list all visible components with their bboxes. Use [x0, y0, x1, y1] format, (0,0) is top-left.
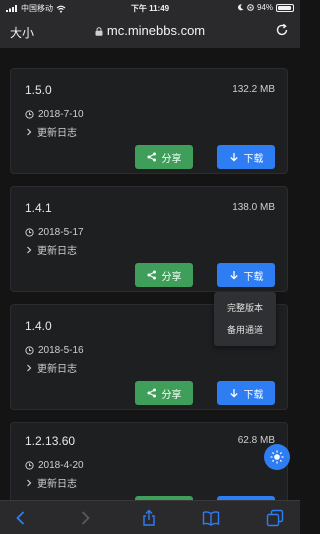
download-label: 下载 [243, 153, 264, 165]
address-bar: 大小 mc.minebbs.com [0, 16, 300, 48]
url-field[interactable]: mc.minebbs.com [0, 23, 300, 38]
release-date: 2018-4-20 [38, 460, 84, 471]
moon-icon [237, 4, 244, 11]
clock-icon [25, 461, 34, 470]
tabs-icon[interactable] [266, 509, 284, 527]
download-options-menu: 完整版本 备用通道 [214, 292, 276, 346]
changelog-toggle[interactable]: 更新日志 [25, 124, 77, 139]
release-date-row: 2018-7-10 [25, 109, 84, 120]
release-size: 132.2 MB [232, 84, 275, 95]
changelog-label: 更新日志 [37, 128, 77, 139]
menu-item-backup-channel[interactable]: 备用通道 [214, 323, 276, 336]
chevron-right-icon [27, 246, 32, 253]
release-card: 1.5.0 132.2 MB 2018-7-10 更新日志 分享 下载 [10, 68, 288, 174]
bookmarks-icon[interactable] [202, 509, 220, 527]
changelog-label: 更新日志 [37, 479, 77, 490]
lock-icon [95, 27, 103, 36]
theme-toggle-button[interactable] [264, 444, 290, 470]
download-button[interactable]: 下载 [217, 263, 275, 287]
battery-percent: 94% [256, 3, 273, 12]
share-label: 分享 [161, 389, 182, 401]
sun-icon [270, 450, 284, 464]
url-text: mc.minebbs.com [106, 23, 206, 38]
download-label: 下载 [243, 271, 264, 283]
browser-toolbar [0, 500, 300, 534]
release-date: 2018-5-16 [38, 345, 84, 356]
chevron-right-icon [27, 479, 32, 486]
release-version: 1.5.0 [25, 83, 52, 97]
release-card: 1.2.13.60 62.8 MB 2018-4-20 更新日志 [10, 422, 288, 500]
battery-icon [276, 3, 294, 12]
changelog-label: 更新日志 [37, 364, 77, 375]
share-icon [147, 152, 156, 162]
clock-icon [25, 228, 34, 237]
back-icon[interactable] [12, 509, 30, 527]
release-date-row: 2018-5-17 [25, 227, 84, 238]
share-icon [147, 270, 156, 280]
clock-icon [25, 110, 34, 119]
download-button[interactable]: 下载 [217, 145, 275, 169]
release-date-row: 2018-4-20 [25, 460, 84, 471]
share-button[interactable]: 分享 [135, 381, 193, 405]
release-size: 62.8 MB [237, 435, 275, 446]
release-date: 2018-5-17 [38, 227, 84, 238]
share-icon[interactable] [140, 509, 158, 527]
status-bar: 中国移动 下午 11:49 94% [0, 0, 300, 16]
menu-item-full-version[interactable]: 完整版本 [214, 301, 276, 314]
reload-icon[interactable] [274, 22, 290, 38]
release-version: 1.2.13.60 [25, 434, 76, 448]
orientation-lock-icon [247, 4, 254, 11]
status-right: 94% [237, 3, 294, 12]
share-label: 分享 [161, 271, 182, 283]
share-button[interactable]: 分享 [135, 145, 193, 169]
changelog-label: 更新日志 [37, 246, 77, 257]
chevron-right-icon [27, 364, 32, 371]
release-list: 1.5.0 132.2 MB 2018-7-10 更新日志 分享 下载 1.4.… [0, 48, 300, 500]
release-date: 2018-7-10 [38, 109, 84, 120]
arrow-down-icon [229, 153, 238, 162]
download-label: 下载 [243, 389, 264, 401]
share-label: 分享 [161, 153, 182, 165]
changelog-toggle[interactable]: 更新日志 [25, 475, 77, 490]
release-version: 1.4.1 [25, 201, 52, 215]
arrow-down-icon [229, 271, 238, 280]
arrow-down-icon [229, 389, 238, 398]
release-card: 1.4.1 138.0 MB 2018-5-17 更新日志 分享 下载 [10, 186, 288, 292]
release-size: 138.0 MB [232, 202, 275, 213]
share-button[interactable]: 分享 [135, 263, 193, 287]
changelog-toggle[interactable]: 更新日志 [25, 360, 77, 375]
download-button[interactable]: 下载 [217, 381, 275, 405]
chevron-right-icon [27, 128, 32, 135]
share-icon [147, 388, 156, 398]
release-date-row: 2018-5-16 [25, 345, 84, 356]
release-version: 1.4.0 [25, 319, 52, 333]
clock-icon [25, 346, 34, 355]
changelog-toggle[interactable]: 更新日志 [25, 242, 77, 257]
forward-icon[interactable] [76, 509, 94, 527]
